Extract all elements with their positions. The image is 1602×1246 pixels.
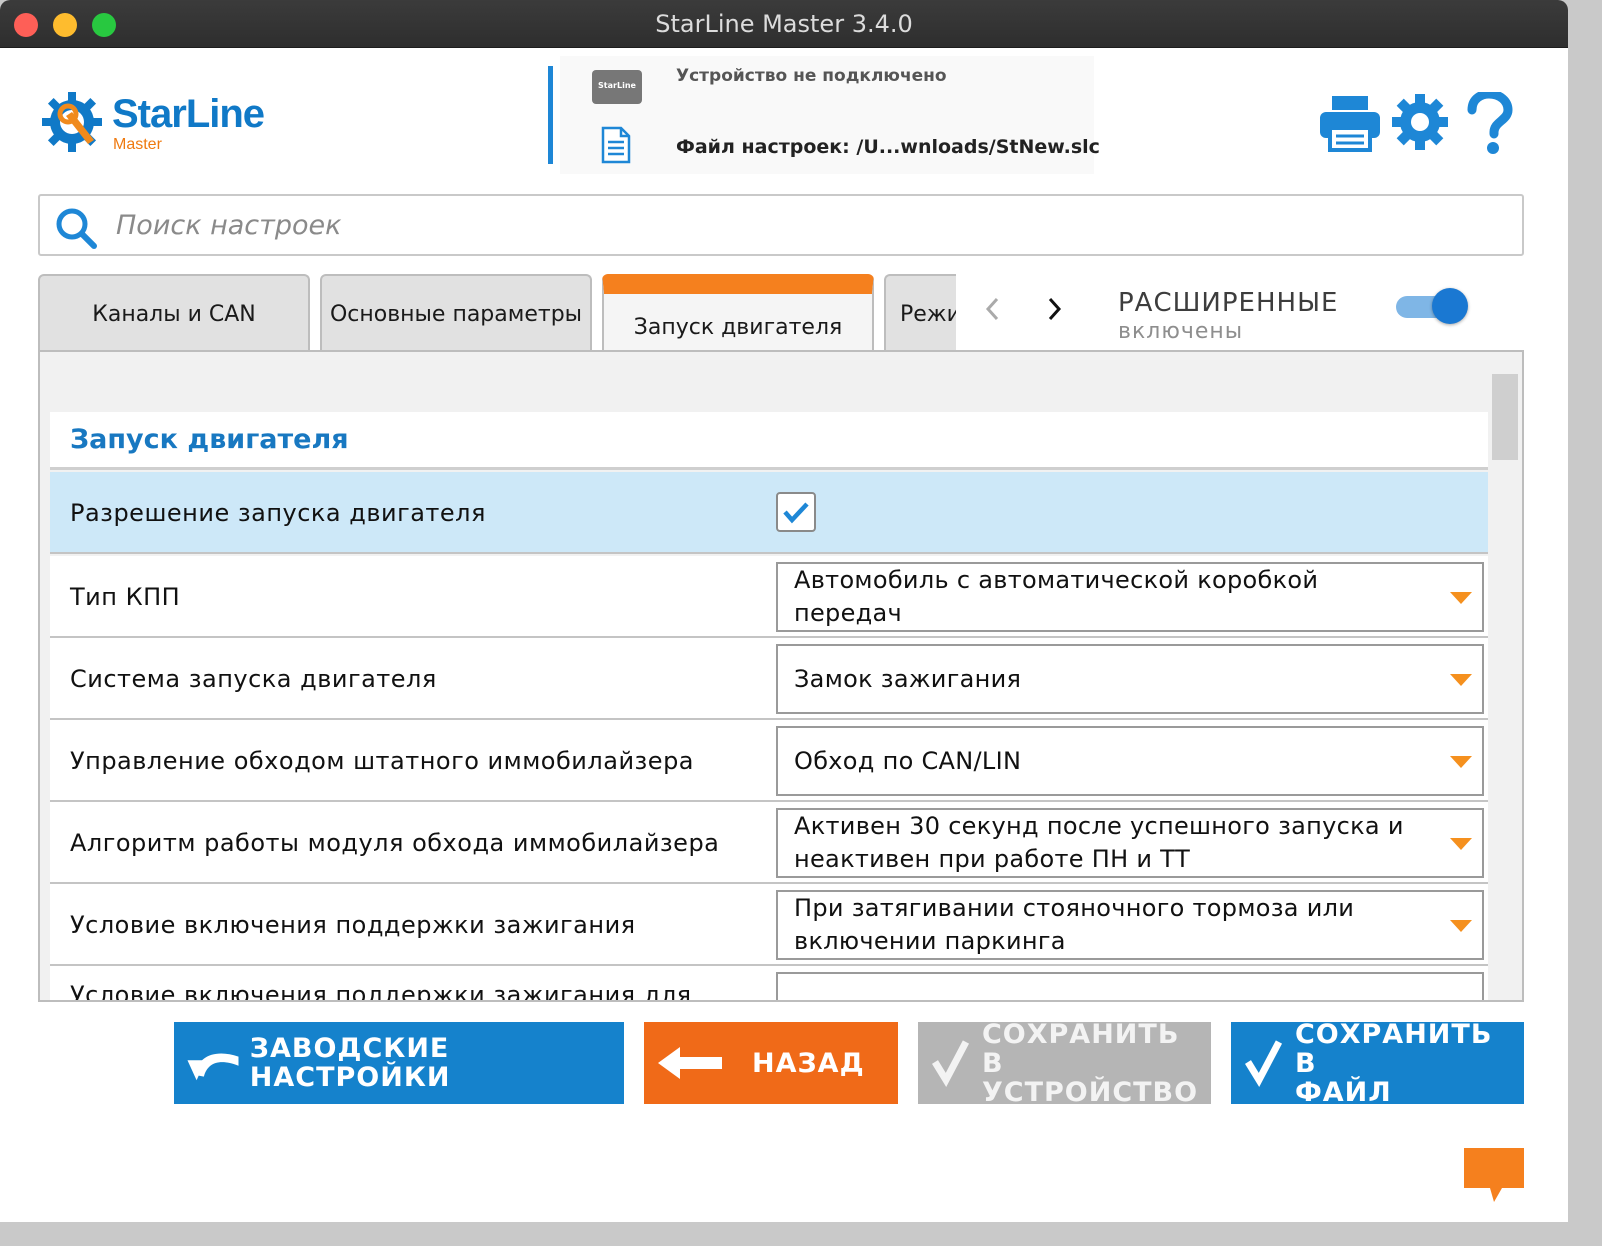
window-backdrop bbox=[1568, 0, 1602, 1246]
setting-row-gearbox-type[interactable]: Тип КПП Автомобиль с автоматической коро… bbox=[50, 556, 1488, 638]
status-divider bbox=[548, 66, 553, 164]
setting-label: Тип КПП bbox=[70, 583, 181, 611]
advanced-mode-toggle[interactable] bbox=[1396, 288, 1470, 326]
dropdown-arrow-icon bbox=[1450, 592, 1472, 604]
dropdown-arrow-icon bbox=[1450, 920, 1472, 932]
window-backdrop-bottom bbox=[0, 1222, 1602, 1246]
tab-modes[interactable]: Режи bbox=[884, 274, 956, 352]
ignition-support-select[interactable]: При затягивании стояночного тормоза или … bbox=[776, 890, 1484, 960]
tab-channels-can[interactable]: Каналы и CAN bbox=[38, 274, 310, 352]
select-value: Обход по CAN/LIN bbox=[794, 746, 1022, 775]
tabs-prev-arrow-icon[interactable] bbox=[978, 292, 1008, 326]
engine-start-checkbox[interactable] bbox=[776, 492, 816, 532]
gear-wrench-logo-icon bbox=[42, 92, 102, 152]
factory-settings-button[interactable]: ЗАВОДСКИЕ НАСТРОЙКИ bbox=[174, 1022, 624, 1104]
gearbox-type-select[interactable]: Автомобиль с автоматической коробкой пер… bbox=[776, 562, 1484, 632]
select-value: Автомобиль с автоматической коробкой пер… bbox=[794, 566, 1319, 627]
dropdown-arrow-icon bbox=[1450, 838, 1472, 850]
setting-row-start-system[interactable]: Система запуска двигателя Замок зажигани… bbox=[50, 638, 1488, 720]
window-title: StarLine Master 3.4.0 bbox=[655, 10, 913, 38]
select-value: Активен 30 секунд после успешного запуск… bbox=[794, 812, 1404, 873]
dropdown-arrow-icon bbox=[1450, 756, 1472, 768]
printer-icon[interactable] bbox=[1318, 92, 1382, 152]
setting-label: Система запуска двигателя bbox=[70, 665, 437, 693]
search-box bbox=[38, 194, 1524, 256]
title-bar: StarLine Master 3.4.0 bbox=[0, 0, 1568, 48]
save-to-device-button[interactable]: СОХРАНИТЬ В УСТРОЙСТВО bbox=[918, 1020, 1211, 1107]
dropdown-arrow-icon bbox=[1450, 674, 1472, 686]
setting-label: Условие включения поддержки зажигания дл… bbox=[70, 981, 692, 1002]
settings-file-path: Файл настроек: /U...wnloads/StNew.slc bbox=[676, 136, 1100, 158]
setting-row-engine-start-allow[interactable]: Разрешение запуска двигателя bbox=[50, 472, 1488, 554]
gear-icon[interactable] bbox=[1390, 92, 1450, 152]
logo-subtitle: Master bbox=[113, 136, 162, 153]
setting-row-ignition-support-2[interactable]: Условие включения поддержки зажигания дл… bbox=[50, 966, 1488, 1000]
immobilizer-bypass-select[interactable]: Обход по CAN/LIN bbox=[776, 726, 1484, 796]
undo-arrow-icon bbox=[187, 1053, 239, 1081]
search-input[interactable] bbox=[116, 202, 1496, 248]
scrollbar-thumb[interactable] bbox=[1492, 374, 1518, 460]
left-arrow-icon bbox=[658, 1047, 722, 1079]
section-header: Запуск двигателя bbox=[50, 412, 1488, 470]
logo-wordmark: StarLine bbox=[112, 92, 265, 136]
search-icon bbox=[56, 208, 97, 249]
setting-label: Разрешение запуска двигателя bbox=[70, 499, 486, 527]
back-button[interactable]: НАЗАД bbox=[644, 1022, 898, 1104]
select-value: При затягивании стояночного тормоза или … bbox=[794, 894, 1355, 955]
tab-engine-start[interactable]: Запуск двигателя bbox=[602, 274, 874, 352]
check-icon bbox=[932, 1040, 970, 1088]
section-title: Запуск двигателя bbox=[70, 424, 349, 455]
starline-logo: StarLine Master bbox=[38, 86, 298, 158]
advanced-mode-title: РАСШИРЕННЫЕ bbox=[1118, 288, 1339, 318]
setting-label: Алгоритм работы модуля обхода иммобилайз… bbox=[70, 829, 720, 857]
start-system-select[interactable]: Замок зажигания bbox=[776, 644, 1484, 714]
scrollbar-track[interactable] bbox=[1490, 372, 1520, 994]
settings-panel: Запуск двигателя Разрешение запуска двиг… bbox=[38, 350, 1524, 1002]
setting-label: Управление обходом штатного иммобилайзер… bbox=[70, 747, 695, 775]
advanced-mode-subtitle: включены bbox=[1118, 319, 1244, 344]
device-status: Устройство не подключено bbox=[676, 66, 947, 86]
chat-bubble-icon[interactable] bbox=[1462, 1146, 1526, 1204]
tab-basic-params[interactable]: Основные параметры bbox=[320, 274, 592, 352]
setting-row-immobilizer-bypass[interactable]: Управление обходом штатного иммобилайзер… bbox=[50, 720, 1488, 802]
device-icon: StarLine bbox=[592, 70, 642, 104]
save-to-file-button[interactable]: СОХРАНИТЬ В ФАЙЛ bbox=[1231, 1020, 1524, 1107]
check-icon bbox=[1245, 1040, 1283, 1088]
app-window: StarLine Master 3.4.0 StarLine Master St… bbox=[0, 0, 1568, 1222]
bypass-algorithm-select[interactable]: Активен 30 секунд после успешного запуск… bbox=[776, 808, 1484, 878]
setting-row-bypass-algorithm[interactable]: Алгоритм работы модуля обхода иммобилайз… bbox=[50, 802, 1488, 884]
ignition-support-2-select[interactable] bbox=[776, 972, 1484, 1000]
checkmark-icon bbox=[783, 502, 809, 524]
select-value: Замок зажигания bbox=[794, 664, 1022, 693]
tabs-next-arrow-icon[interactable] bbox=[1040, 292, 1070, 326]
file-icon bbox=[601, 126, 631, 164]
help-icon[interactable] bbox=[1464, 92, 1514, 156]
